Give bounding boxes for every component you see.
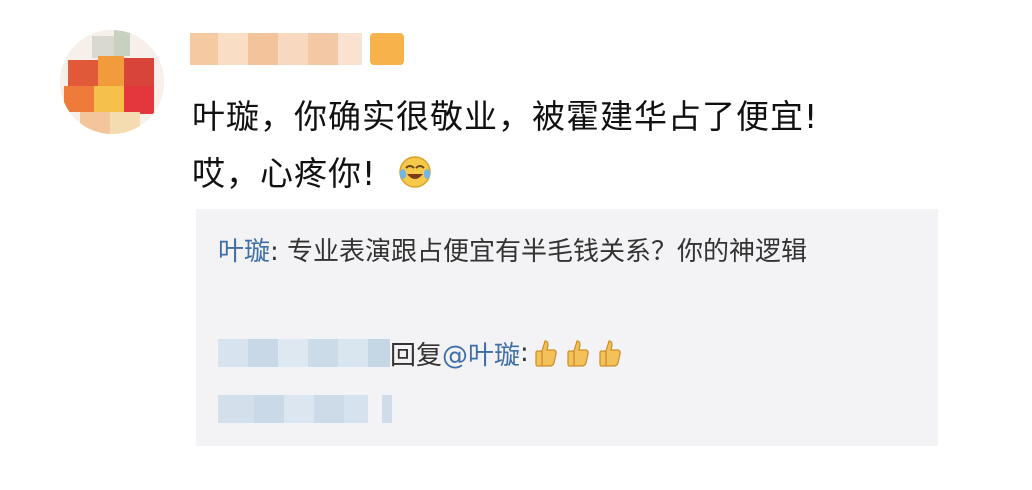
subreply-username-blurred[interactable] bbox=[218, 339, 390, 367]
mention-link[interactable]: @叶璇 bbox=[442, 335, 520, 372]
thumbs-up-icon bbox=[533, 339, 559, 367]
reply-word: 回复 bbox=[390, 340, 443, 371]
avatar[interactable] bbox=[60, 30, 164, 134]
thumbs-up-icon bbox=[565, 339, 591, 367]
more-replies-blurred[interactable] bbox=[218, 395, 392, 427]
comment-line-2-text: 哎，心疼你! bbox=[192, 154, 377, 193]
thumbs-group bbox=[533, 339, 623, 367]
thumbs-up-icon bbox=[597, 339, 623, 367]
username-blurred[interactable] bbox=[190, 33, 420, 65]
comment-card: 叶璇，你确实很敬业，被霍建华占了便宜! 哎，心疼你! 叶璇: 专业表演跟占便宜有… bbox=[0, 0, 1032, 490]
mention-colon: : bbox=[520, 338, 529, 368]
reply-separator: : bbox=[270, 237, 288, 267]
reply-author-link[interactable]: 叶璇 bbox=[218, 237, 270, 267]
subreply-row: 回复 @叶璇 : bbox=[218, 335, 623, 372]
reply-box: 叶璇: 专业表演跟占便宜有半毛钱关系？你的神逻辑 回复 @叶璇 : bbox=[196, 209, 938, 446]
comment-line-1: 叶璇，你确实很敬业，被霍建华占了便宜! bbox=[192, 97, 819, 136]
reply-text: 叶璇: 专业表演跟占便宜有半毛钱关系？你的神逻辑 bbox=[218, 229, 918, 275]
laughing-crying-face-icon bbox=[398, 149, 432, 188]
comment-line-2: 哎，心疼你! bbox=[192, 145, 818, 202]
comment-text: 叶璇，你确实很敬业，被霍建华占了便宜! 哎，心疼你! bbox=[192, 88, 818, 202]
reply-body: 专业表演跟占便宜有半毛钱关系？你的神逻辑 bbox=[287, 237, 808, 267]
